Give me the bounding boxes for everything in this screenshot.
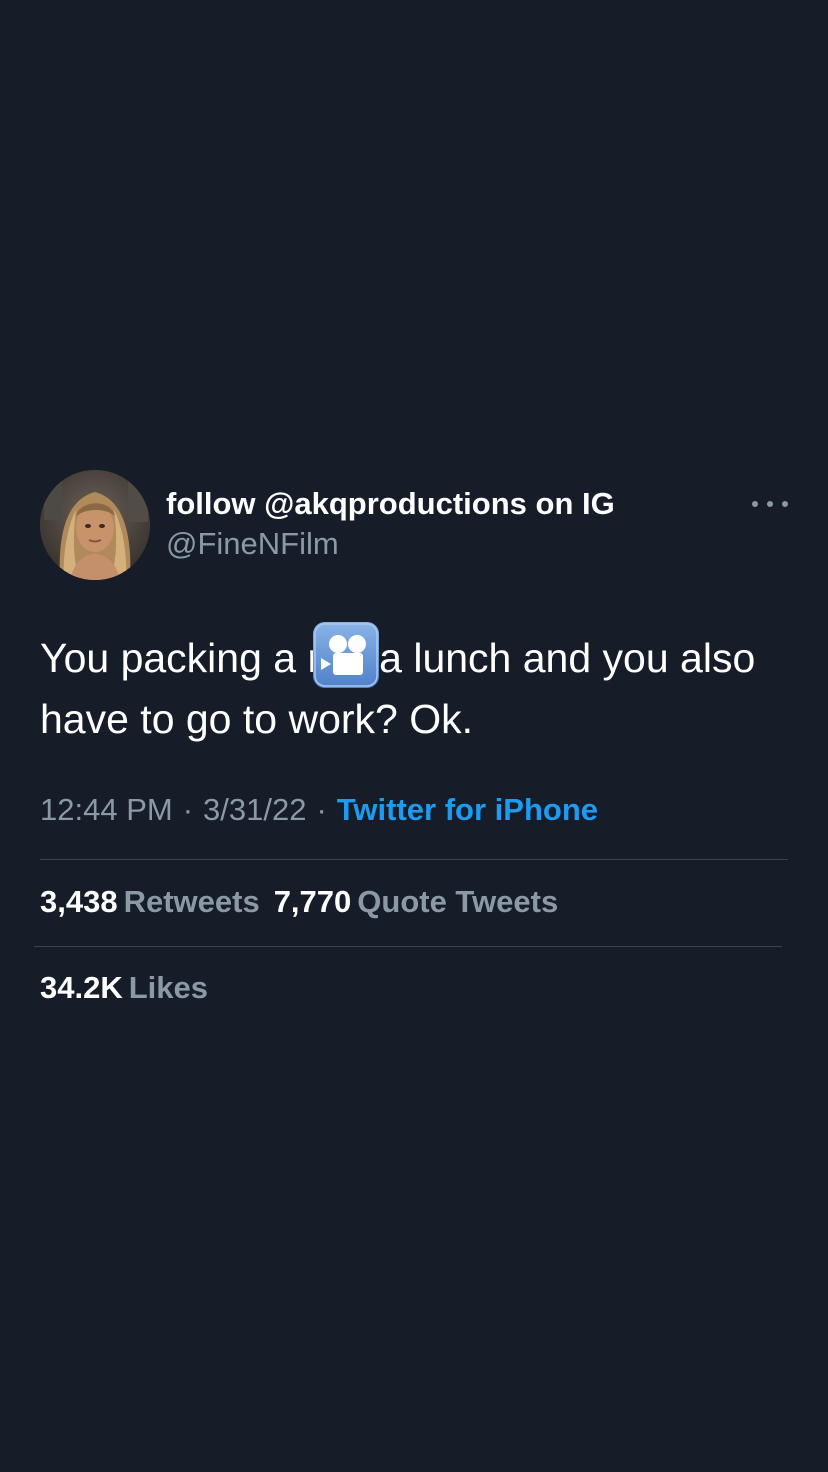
likes-stat[interactable]: 34.2K Likes [40,970,208,1006]
tweet-text-before: You packing a r [40,635,322,681]
more-options-icon[interactable] [752,492,788,516]
tweet-date[interactable]: 3/31/22 [203,792,306,827]
tweet-metadata: 12:44 PM · 3/31/22 · Twitter for iPhone [40,792,598,828]
quote-tweets-label: Quote Tweets [357,884,559,919]
likes-label: Likes [128,970,209,1005]
more-dot [752,501,758,507]
tweet-source-link[interactable]: Twitter for iPhone [337,792,598,827]
tweet-time[interactable]: 12:44 PM [40,792,173,827]
retweets-count: 3,438 [40,884,118,919]
quote-tweets-count: 7,770 [273,884,352,919]
likes-stats-row: 34.2K Likes [40,970,222,1006]
retweets-label: Retweets [123,884,260,919]
user-handle[interactable]: @FineNFilm [166,526,339,562]
meta-separator: · [182,792,194,827]
avatar[interactable] [40,470,150,580]
likes-count: 34.2K [40,970,123,1005]
display-name[interactable]: follow @akqproductions on IG [166,486,615,522]
divider [34,946,782,947]
more-dot [767,501,773,507]
quote-tweets-stat[interactable]: 7,770 Quote Tweets [274,884,559,920]
divider [40,859,788,860]
avatar-image [40,470,150,580]
engagement-stats-row: 3,438 Retweets 7,770 Quote Tweets [40,884,572,920]
tweet-card: follow @akqproductions on IG @FineNFilm … [0,0,828,1472]
movie-camera-emoji-icon [311,620,381,690]
retweets-stat[interactable]: 3,438 Retweets [40,884,260,920]
more-dot [782,501,788,507]
meta-separator: · [316,792,327,827]
tweet-text: You packing a r a lunch and you also hav… [40,620,800,748]
